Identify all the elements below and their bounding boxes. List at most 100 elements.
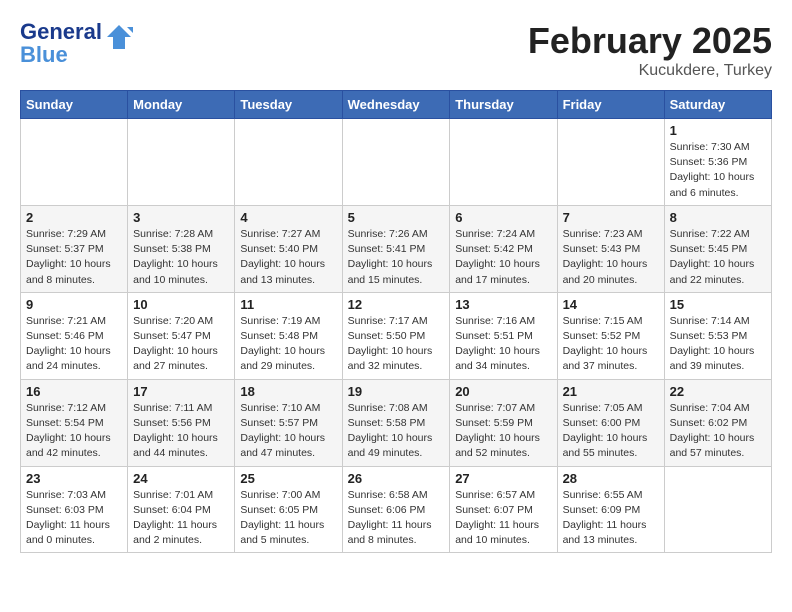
day-number: 23 [26, 471, 122, 486]
logo-text: General [20, 20, 117, 44]
calendar-cell: 20Sunrise: 7:07 AM Sunset: 5:59 PM Dayli… [450, 379, 557, 466]
calendar-cell: 27Sunrise: 6:57 AM Sunset: 6:07 PM Dayli… [450, 466, 557, 553]
calendar-cell: 11 Sunrise: 7:19 AM Sunset: 5:48 PM Dayli… [235, 292, 342, 379]
calendar-cell: 26 Sunrise: 6:58 AM Sunset: 6:06 PM Dayli… [342, 466, 450, 553]
calendar-cell [235, 119, 342, 206]
location-title: Kucukdere, Turkey [528, 62, 772, 80]
calendar-cell: 21 Sunrise: 7:05 AM Sunset: 6:00 PM Dayli… [557, 379, 664, 466]
calendar-cell: 25 Sunrise: 7:00 AM Sunset: 6:05 PM Dayli… [235, 466, 342, 553]
calendar-cell: 13 Sunrise: 7:16 AM Sunset: 5:51 PM Dayli… [450, 292, 557, 379]
header-saturday: Saturday [664, 91, 771, 119]
day-info: Sunrise: 7:11 AM Sunset: 5:56 PM Dayligh… [133, 401, 229, 462]
calendar-cell: 22Sunrise: 7:04 AM Sunset: 6:02 PM Dayli… [664, 379, 771, 466]
day-info: Sunrise: 7:10 AM Sunset: 5:57 PM Dayligh… [240, 401, 336, 462]
day-number: 10 [133, 297, 229, 312]
calendar-cell: 1 Sunrise: 7:30 AM Sunset: 5:36 PM Daylig… [664, 119, 771, 206]
calendar-week-row: 9 Sunrise: 7:21 AM Sunset: 5:46 PM Daylig… [21, 292, 772, 379]
day-number: 13 [455, 297, 551, 312]
day-info: Sunrise: 7:28 AM Sunset: 5:38 PM Dayligh… [133, 227, 229, 288]
day-info: Sunrise: 7:05 AM Sunset: 6:00 PM Dayligh… [563, 401, 659, 462]
calendar-cell: 14 Sunrise: 7:15 AM Sunset: 5:52 PM Dayli… [557, 292, 664, 379]
day-number: 9 [26, 297, 122, 312]
day-info: Sunrise: 7:23 AM Sunset: 5:43 PM Dayligh… [563, 227, 659, 288]
day-number: 15 [670, 297, 766, 312]
day-info: Sunrise: 6:55 AM Sunset: 6:09 PM Dayligh… [563, 488, 659, 549]
calendar-cell: 24 Sunrise: 7:01 AM Sunset: 6:04 PM Dayli… [128, 466, 235, 553]
day-number: 26 [348, 471, 445, 486]
day-number: 17 [133, 384, 229, 399]
calendar-cell: 10 Sunrise: 7:20 AM Sunset: 5:47 PM Dayli… [128, 292, 235, 379]
page-header: General Blue February 2025 Kucukdere, Tu… [20, 20, 772, 80]
logo-blue: Blue [20, 44, 117, 66]
calendar-cell: 7 Sunrise: 7:23 AM Sunset: 5:43 PM Daylig… [557, 205, 664, 292]
calendar-cell: 6Sunrise: 7:24 AM Sunset: 5:42 PM Daylig… [450, 205, 557, 292]
calendar-cell: 8 Sunrise: 7:22 AM Sunset: 5:45 PM Daylig… [664, 205, 771, 292]
day-info: Sunrise: 7:30 AM Sunset: 5:36 PM Dayligh… [670, 140, 766, 201]
calendar-cell: 2Sunrise: 7:29 AM Sunset: 5:37 PM Daylig… [21, 205, 128, 292]
calendar-cell: 5 Sunrise: 7:26 AM Sunset: 5:41 PM Daylig… [342, 205, 450, 292]
day-info: Sunrise: 7:03 AM Sunset: 6:03 PM Dayligh… [26, 488, 122, 549]
day-info: Sunrise: 7:12 AM Sunset: 5:54 PM Dayligh… [26, 401, 122, 462]
day-number: 5 [348, 210, 445, 225]
day-info: Sunrise: 7:01 AM Sunset: 6:04 PM Dayligh… [133, 488, 229, 549]
day-number: 14 [563, 297, 659, 312]
calendar-week-row: 16 Sunrise: 7:12 AM Sunset: 5:54 PM Dayli… [21, 379, 772, 466]
day-info: Sunrise: 7:26 AM Sunset: 5:41 PM Dayligh… [348, 227, 445, 288]
day-info: Sunrise: 7:14 AM Sunset: 5:53 PM Dayligh… [670, 314, 766, 375]
day-info: Sunrise: 7:00 AM Sunset: 6:05 PM Dayligh… [240, 488, 336, 549]
day-number: 18 [240, 384, 336, 399]
calendar-week-row: 23 Sunrise: 7:03 AM Sunset: 6:03 PM Dayli… [21, 466, 772, 553]
day-number: 27 [455, 471, 551, 486]
calendar-cell [128, 119, 235, 206]
day-number: 24 [133, 471, 229, 486]
calendar-cell: 9 Sunrise: 7:21 AM Sunset: 5:46 PM Daylig… [21, 292, 128, 379]
header-monday: Monday [128, 91, 235, 119]
day-number: 21 [563, 384, 659, 399]
day-info: Sunrise: 7:08 AM Sunset: 5:58 PM Dayligh… [348, 401, 445, 462]
header-sunday: Sunday [21, 91, 128, 119]
header-friday: Friday [557, 91, 664, 119]
header-thursday: Thursday [450, 91, 557, 119]
day-number: 22 [670, 384, 766, 399]
day-number: 3 [133, 210, 229, 225]
calendar-cell: 23 Sunrise: 7:03 AM Sunset: 6:03 PM Dayli… [21, 466, 128, 553]
day-number: 20 [455, 384, 551, 399]
day-number: 11 [240, 297, 336, 312]
calendar-cell: 28 Sunrise: 6:55 AM Sunset: 6:09 PM Dayli… [557, 466, 664, 553]
calendar-cell [21, 119, 128, 206]
day-info: Sunrise: 6:58 AM Sunset: 6:06 PM Dayligh… [348, 488, 445, 549]
day-info: Sunrise: 7:17 AM Sunset: 5:50 PM Dayligh… [348, 314, 445, 375]
calendar-cell [450, 119, 557, 206]
calendar-cell [664, 466, 771, 553]
day-info: Sunrise: 7:19 AM Sunset: 5:48 PM Dayligh… [240, 314, 336, 375]
day-number: 6 [455, 210, 551, 225]
day-info: Sunrise: 7:22 AM Sunset: 5:45 PM Dayligh… [670, 227, 766, 288]
day-number: 8 [670, 210, 766, 225]
day-number: 12 [348, 297, 445, 312]
day-number: 25 [240, 471, 336, 486]
day-number: 4 [240, 210, 336, 225]
calendar-header-row: SundayMondayTuesdayWednesdayThursdayFrid… [21, 91, 772, 119]
calendar-cell: 3 Sunrise: 7:28 AM Sunset: 5:38 PM Daylig… [128, 205, 235, 292]
header-wednesday: Wednesday [342, 91, 450, 119]
day-number: 16 [26, 384, 122, 399]
calendar-week-row: 1 Sunrise: 7:30 AM Sunset: 5:36 PM Daylig… [21, 119, 772, 206]
calendar-table: SundayMondayTuesdayWednesdayThursdayFrid… [20, 90, 772, 553]
calendar-cell [342, 119, 450, 206]
day-info: Sunrise: 7:21 AM Sunset: 5:46 PM Dayligh… [26, 314, 122, 375]
calendar-cell: 18 Sunrise: 7:10 AM Sunset: 5:57 PM Dayli… [235, 379, 342, 466]
day-info: Sunrise: 7:29 AM Sunset: 5:37 PM Dayligh… [26, 227, 122, 288]
calendar-cell: 15 Sunrise: 7:14 AM Sunset: 5:53 PM Dayli… [664, 292, 771, 379]
day-info: Sunrise: 7:15 AM Sunset: 5:52 PM Dayligh… [563, 314, 659, 375]
calendar-cell: 19 Sunrise: 7:08 AM Sunset: 5:58 PM Dayli… [342, 379, 450, 466]
day-number: 7 [563, 210, 659, 225]
month-title: February 2025 [528, 20, 772, 62]
day-number: 1 [670, 123, 766, 138]
day-number: 28 [563, 471, 659, 486]
day-info: Sunrise: 7:20 AM Sunset: 5:47 PM Dayligh… [133, 314, 229, 375]
day-info: Sunrise: 7:27 AM Sunset: 5:40 PM Dayligh… [240, 227, 336, 288]
day-number: 19 [348, 384, 445, 399]
calendar-cell: 17 Sunrise: 7:11 AM Sunset: 5:56 PM Dayli… [128, 379, 235, 466]
calendar-week-row: 2Sunrise: 7:29 AM Sunset: 5:37 PM Daylig… [21, 205, 772, 292]
day-info: Sunrise: 7:16 AM Sunset: 5:51 PM Dayligh… [455, 314, 551, 375]
